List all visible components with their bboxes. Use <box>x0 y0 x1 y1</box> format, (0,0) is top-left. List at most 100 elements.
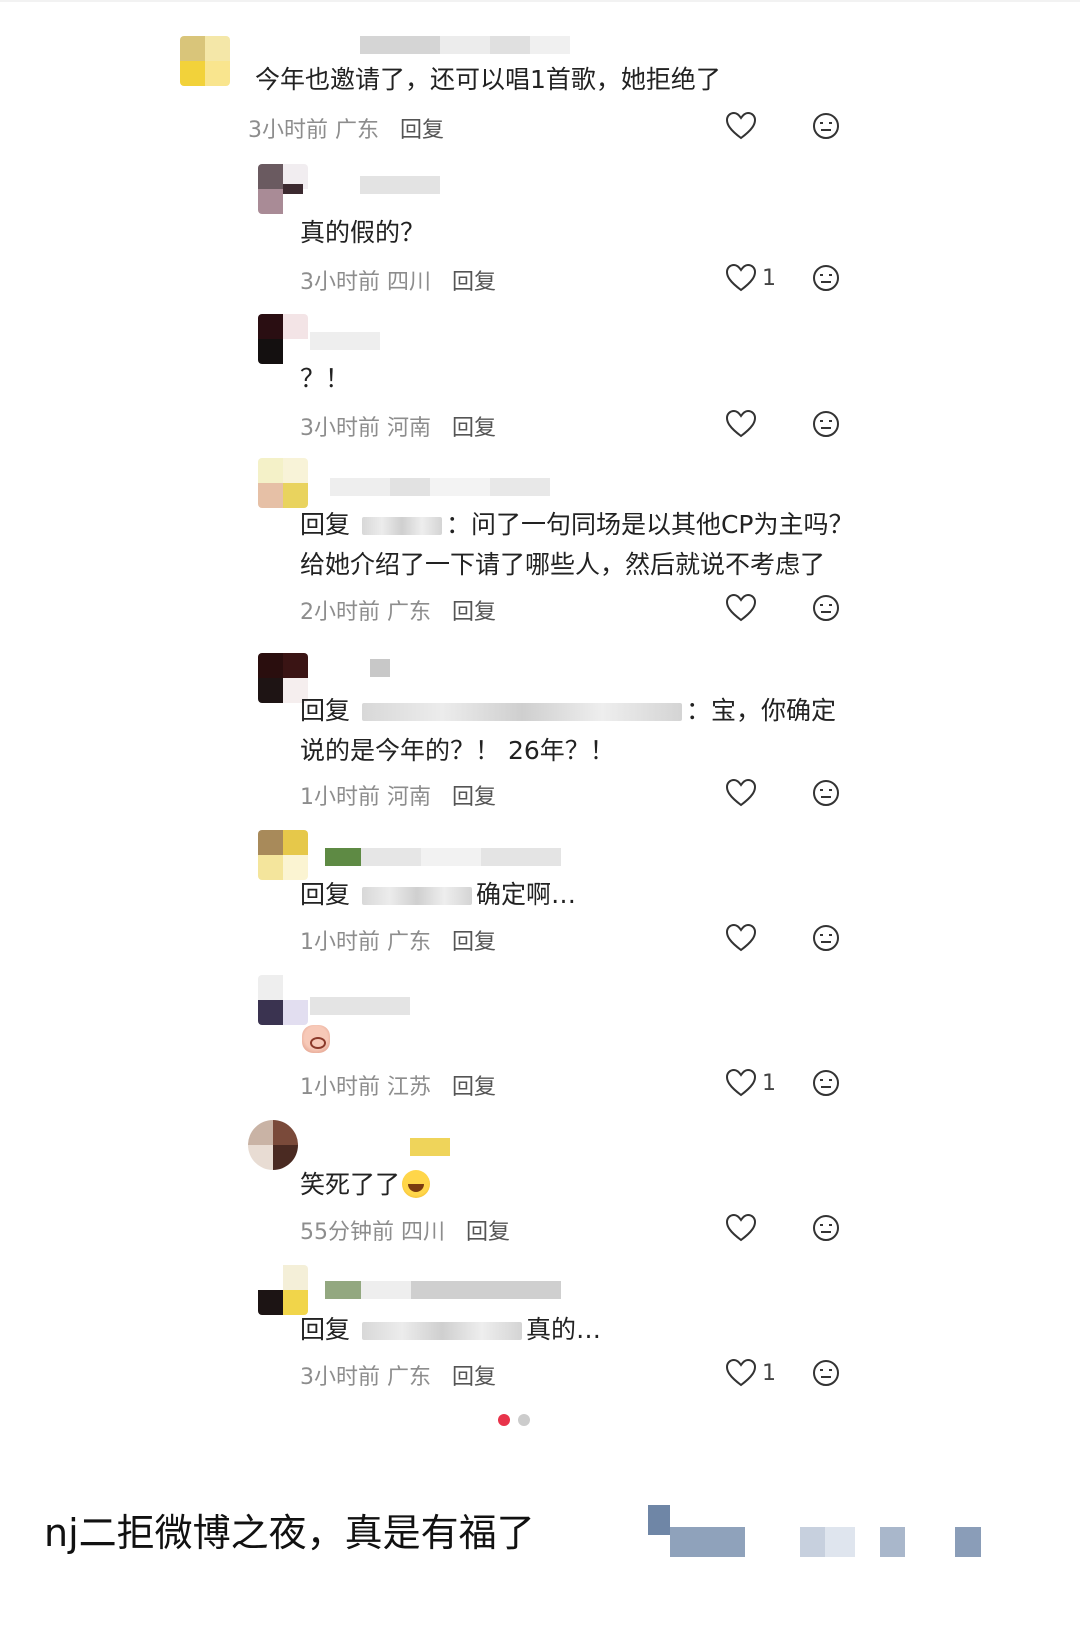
comment-text: 给她介绍了一下请了哪些人，然后就说不考虑了 <box>300 550 826 579</box>
comment-time: 1小时前 <box>300 785 380 810</box>
comment-screenshot: 今年也邀请了，还可以唱1首歌，她拒绝了 3小时前 广东 回复 真的假的？ 3小时… <box>160 8 920 1448</box>
masked-username <box>361 887 472 905</box>
comment-time: 3小时前 <box>300 416 380 441</box>
reply-prefix: 回复 <box>300 880 351 909</box>
heart-outline-icon <box>726 410 756 438</box>
like-button[interactable] <box>726 1214 762 1242</box>
emoji-face-icon[interactable] <box>812 924 840 952</box>
reply-button[interactable]: 回复 <box>452 1365 496 1390</box>
user-avatar[interactable] <box>248 1120 298 1170</box>
reply-prefix: 回复 <box>300 696 351 725</box>
emoji-face-icon[interactable] <box>812 410 840 438</box>
heart-outline-icon <box>726 779 756 807</box>
comment-meta: 1小时前 河南 回复 <box>300 779 496 811</box>
heart-outline-icon <box>726 594 756 622</box>
emoji-face-icon[interactable] <box>812 779 840 807</box>
comment-meta: 3小时前 河南 回复 <box>300 410 496 442</box>
user-avatar[interactable] <box>258 975 308 1025</box>
comment-text-line: 确定啊… <box>475 880 576 909</box>
comment-location: 广东 <box>335 118 380 143</box>
heart-outline-icon <box>726 264 756 292</box>
carousel-dot[interactable] <box>518 1414 530 1426</box>
reply-prefix: 回复 <box>300 510 351 539</box>
comment-location: 江苏 <box>387 1075 432 1100</box>
crying-face-icon <box>302 1025 330 1053</box>
comment-text-line: 笑死了了 <box>300 1170 401 1199</box>
masked-username <box>361 517 442 535</box>
emoji-face-icon[interactable] <box>812 594 840 622</box>
emoji-face-icon[interactable] <box>812 1359 840 1387</box>
comment-text <box>300 1020 330 1060</box>
user-avatar[interactable] <box>258 164 308 214</box>
masked-caption-tail <box>640 1505 985 1560</box>
comment-text-line: ：宝，你确定 <box>685 696 836 725</box>
username-masked <box>370 659 390 677</box>
reply-button[interactable]: 回复 <box>400 118 444 143</box>
username-masked <box>325 1281 561 1299</box>
comment-meta: 55分钟前 四川 回复 <box>300 1214 510 1246</box>
emoji-face-icon[interactable] <box>812 1214 840 1242</box>
comment-meta: 3小时前 广东 回复 <box>300 1359 496 1391</box>
heart-outline-icon <box>726 1359 756 1387</box>
like-button[interactable]: 1 <box>726 264 776 292</box>
carousel-indicator <box>498 1414 530 1426</box>
masked-username <box>361 703 682 721</box>
like-count: 1 <box>762 1070 776 1096</box>
comment-meta: 3小时前 广东 回复 <box>248 112 444 144</box>
comment-meta: 2小时前 广东 回复 <box>300 594 496 626</box>
comment-location: 河南 <box>387 416 432 441</box>
username-masked <box>310 332 380 350</box>
comment-text: 回复 ：宝，你确定 <box>300 691 836 731</box>
masked-username <box>361 1322 522 1340</box>
username-masked <box>360 176 440 194</box>
comment-location: 河南 <box>387 785 432 810</box>
user-avatar[interactable] <box>258 1265 308 1315</box>
heart-outline-icon <box>726 924 756 952</box>
like-button[interactable] <box>726 924 762 952</box>
emoji-face-icon[interactable] <box>812 264 840 292</box>
comment-time: 1小时前 <box>300 930 380 955</box>
comment-location: 广东 <box>387 1365 432 1390</box>
like-button[interactable] <box>726 410 762 438</box>
user-avatar[interactable] <box>258 830 308 880</box>
user-avatar[interactable] <box>258 314 308 364</box>
like-button[interactable] <box>726 112 762 140</box>
comment-location: 广东 <box>387 930 432 955</box>
laughing-face-icon <box>402 1170 431 1198</box>
like-button[interactable]: 1 <box>726 1359 776 1387</box>
reply-button[interactable]: 回复 <box>452 930 496 955</box>
username-masked <box>330 478 550 496</box>
user-avatar[interactable] <box>258 458 308 508</box>
reply-button[interactable]: 回复 <box>452 270 496 295</box>
comment-meta: 1小时前 广东 回复 <box>300 924 496 956</box>
comment-text: 今年也邀请了，还可以唱1首歌，她拒绝了 <box>255 65 721 94</box>
like-button[interactable] <box>726 779 762 807</box>
reply-button[interactable]: 回复 <box>452 785 496 810</box>
username-masked <box>360 36 570 54</box>
like-count: 1 <box>762 1360 776 1386</box>
like-button[interactable]: 1 <box>726 1069 776 1097</box>
reply-button[interactable]: 回复 <box>452 1075 496 1100</box>
carousel-dot-active[interactable] <box>498 1414 510 1426</box>
comment-meta: 1小时前 江苏 回复 <box>300 1069 496 1101</box>
comment-text: 回复 真的… <box>300 1310 601 1350</box>
comment-text: ？！ <box>300 364 351 393</box>
comment-location: 广东 <box>387 600 432 625</box>
comment-text: 回复 确定啊… <box>300 875 576 915</box>
comment-location: 四川 <box>401 1220 446 1245</box>
top-divider <box>0 0 1080 2</box>
username-masked <box>310 997 410 1015</box>
reply-button[interactable]: 回复 <box>452 600 496 625</box>
like-button[interactable] <box>726 594 762 622</box>
emoji-face-icon[interactable] <box>812 1069 840 1097</box>
reply-button[interactable]: 回复 <box>466 1220 510 1245</box>
comment-text: 笑死了了 <box>300 1165 431 1205</box>
heart-outline-icon <box>726 1069 756 1097</box>
user-avatar[interactable] <box>180 36 230 86</box>
comment-text: 说的是今年的？！ 26年？！ <box>300 736 615 765</box>
emoji-face-icon[interactable] <box>812 112 840 140</box>
comment-time: 3小时前 <box>300 1365 380 1390</box>
comment-time: 2小时前 <box>300 600 380 625</box>
reply-button[interactable]: 回复 <box>452 416 496 441</box>
heart-outline-icon <box>726 112 756 140</box>
